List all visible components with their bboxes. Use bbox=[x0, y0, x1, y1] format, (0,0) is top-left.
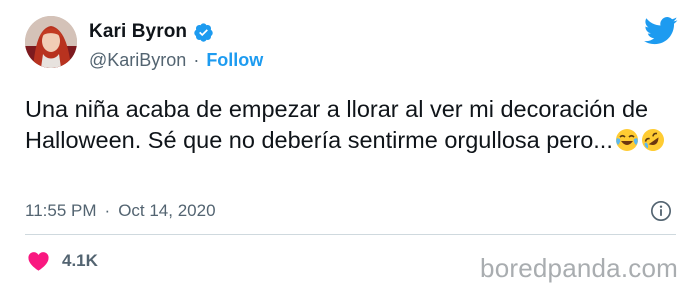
tweet-timestamp[interactable]: 11:55 PM · Oct 14, 2020 bbox=[25, 201, 216, 221]
face-with-tears-of-joy-emoji bbox=[615, 128, 639, 152]
tweet-time: 11:55 PM bbox=[25, 201, 97, 220]
info-icon[interactable] bbox=[650, 200, 672, 222]
author-handle-row: @KariByron · Follow bbox=[89, 50, 263, 71]
heart-icon[interactable] bbox=[27, 250, 50, 271]
likes-row[interactable]: 4.1K bbox=[27, 250, 98, 271]
tweet-date: Oct 14, 2020 bbox=[118, 201, 216, 220]
avatar[interactable] bbox=[25, 16, 77, 68]
verified-badge-icon bbox=[193, 22, 214, 43]
tweet-text-body: Una niña acaba de empezar a llorar al ve… bbox=[25, 96, 649, 153]
watermark: boredpanda.com bbox=[480, 253, 678, 283]
follow-button[interactable]: Follow bbox=[206, 50, 263, 71]
separator-dot: · bbox=[193, 50, 200, 70]
divider bbox=[25, 234, 676, 235]
like-count: 4.1K bbox=[62, 250, 98, 270]
separator-dot: · bbox=[104, 201, 111, 220]
rolling-on-floor-laughing-emoji bbox=[641, 128, 665, 152]
twitter-bird-icon[interactable] bbox=[644, 16, 678, 46]
author-display-name[interactable]: Kari Byron bbox=[89, 21, 187, 43]
tweet-card: Kari Byron @KariByron · Follow Una niña … bbox=[0, 0, 700, 288]
author-handle[interactable]: @KariByron bbox=[89, 50, 186, 71]
tweet-text: Una niña acaba de empezar a llorar al ve… bbox=[25, 94, 665, 156]
author-name-row: Kari Byron bbox=[89, 21, 214, 43]
